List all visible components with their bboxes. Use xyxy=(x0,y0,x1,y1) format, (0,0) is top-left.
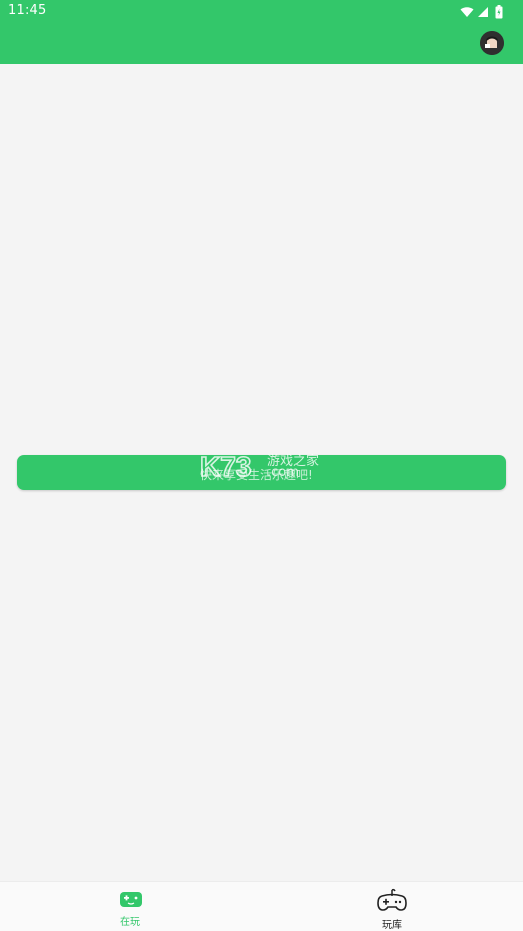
tab-game-library[interactable]: 玩库 xyxy=(262,882,523,931)
watermark-line2: .com xyxy=(267,465,299,480)
app-bar: 11:45 xyxy=(0,0,523,64)
watermark-logo-icon: K73 xyxy=(200,450,252,482)
user-avatar-icon[interactable] xyxy=(480,31,504,55)
avatar-image xyxy=(480,31,504,55)
wifi-icon xyxy=(460,7,474,17)
tab-playing-label: 在玩 xyxy=(120,917,140,928)
bottom-navigation: 在玩 玩库 xyxy=(0,881,523,931)
status-time: 11:45 xyxy=(8,3,47,18)
tab-game-library-label: 玩库 xyxy=(382,920,402,931)
cell-signal-icon xyxy=(478,7,488,17)
game-controller-icon xyxy=(377,888,407,911)
tab-playing[interactable]: 在玩 xyxy=(0,882,261,931)
status-icons xyxy=(455,2,515,20)
gamepad-icon xyxy=(120,892,142,907)
k73-watermark: K73 游戏之家 .com xyxy=(200,448,330,484)
watermark-logo-text: K73 xyxy=(200,451,251,482)
battery-icon xyxy=(495,5,503,19)
